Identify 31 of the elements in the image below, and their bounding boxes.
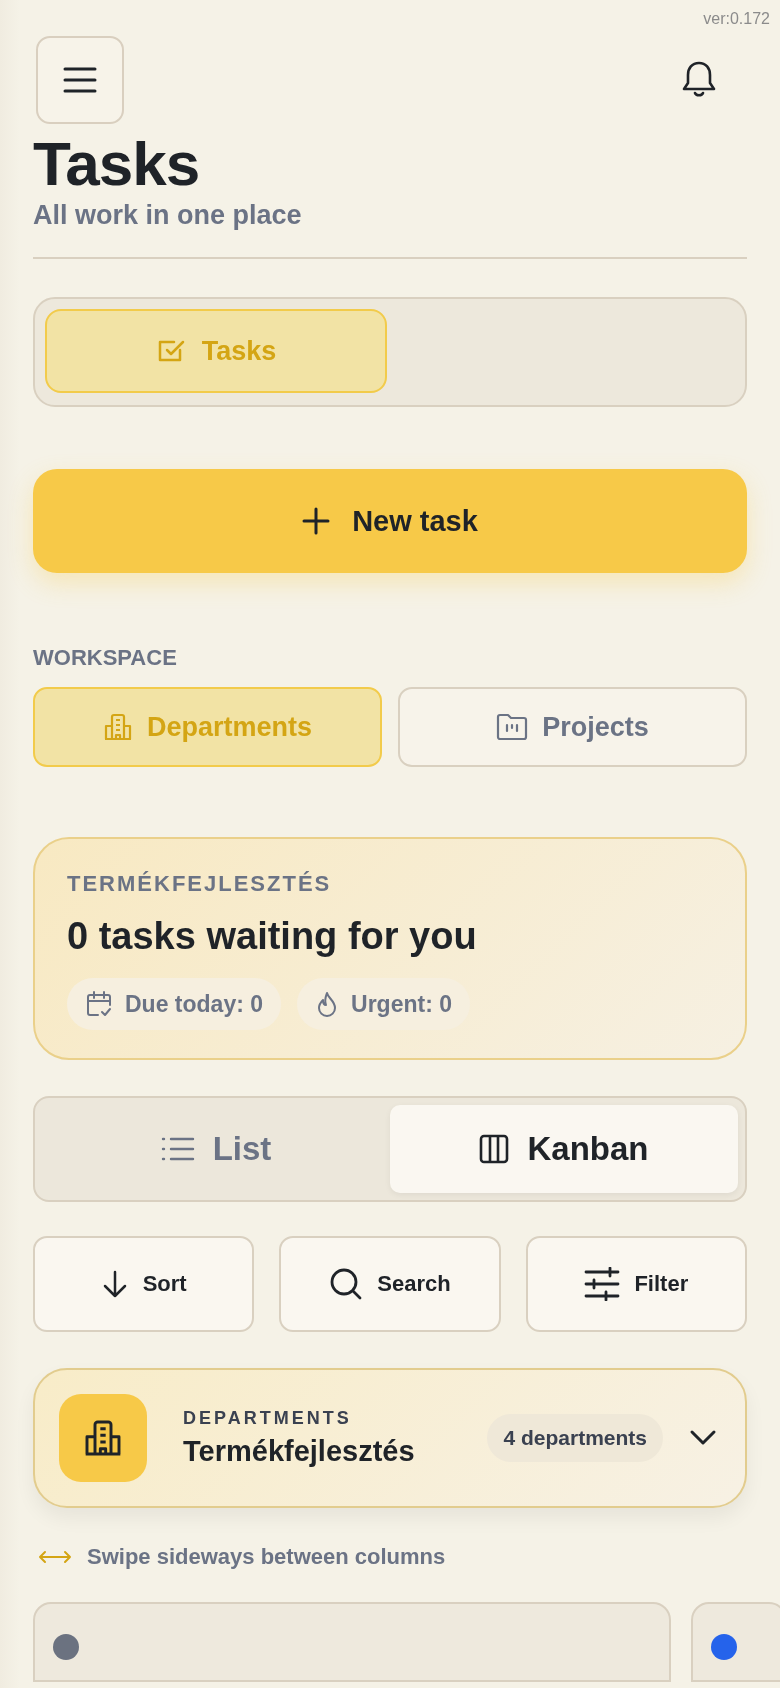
version-label: ver:0.172	[703, 10, 770, 28]
summary-headline: 0 tasks waiting for you	[67, 915, 478, 959]
search-icon	[329, 1267, 364, 1302]
swipe-hint: Swipe sideways between columns	[87, 1544, 446, 1571]
plus-icon	[302, 507, 331, 536]
chip-text: Urgent: 0	[351, 990, 452, 1018]
kanban-view-tab[interactable]: Kanban	[390, 1105, 738, 1194]
columns-icon	[479, 1134, 510, 1165]
picker-label: DEPARTMENTS	[183, 1408, 353, 1430]
department-name: Termékfejlesztés	[183, 1435, 416, 1469]
sliders-icon	[584, 1267, 621, 1302]
horizontal-arrows-icon	[37, 1549, 73, 1566]
menu-icon	[63, 66, 97, 94]
new-task-button[interactable]: New task	[33, 469, 747, 574]
calendar-icon	[85, 990, 113, 1019]
list-view-tab[interactable]: List	[42, 1105, 390, 1194]
page-title: Tasks	[33, 130, 201, 199]
building-icon	[59, 1394, 147, 1483]
search-button[interactable]: Search	[279, 1236, 501, 1333]
building-icon	[102, 712, 133, 743]
sort-button[interactable]: Sort	[33, 1236, 255, 1333]
department-picker[interactable]: DEPARTMENTS Termékfejlesztés 4 departments	[33, 1368, 747, 1509]
menu-button[interactable]	[36, 36, 124, 124]
section-label: WORKSPACE	[33, 645, 178, 672]
department-label: TERMÉKFEJLESZTÉS	[67, 871, 333, 898]
folder-icon	[496, 713, 529, 742]
chip-text: Due today: 0	[125, 990, 264, 1018]
filter-button[interactable]: Filter	[525, 1236, 747, 1333]
projects-button[interactable]: Projects	[398, 687, 747, 768]
department-count-badge: 4 departments	[487, 1414, 663, 1463]
page-subtitle: All work in one place	[33, 200, 303, 232]
